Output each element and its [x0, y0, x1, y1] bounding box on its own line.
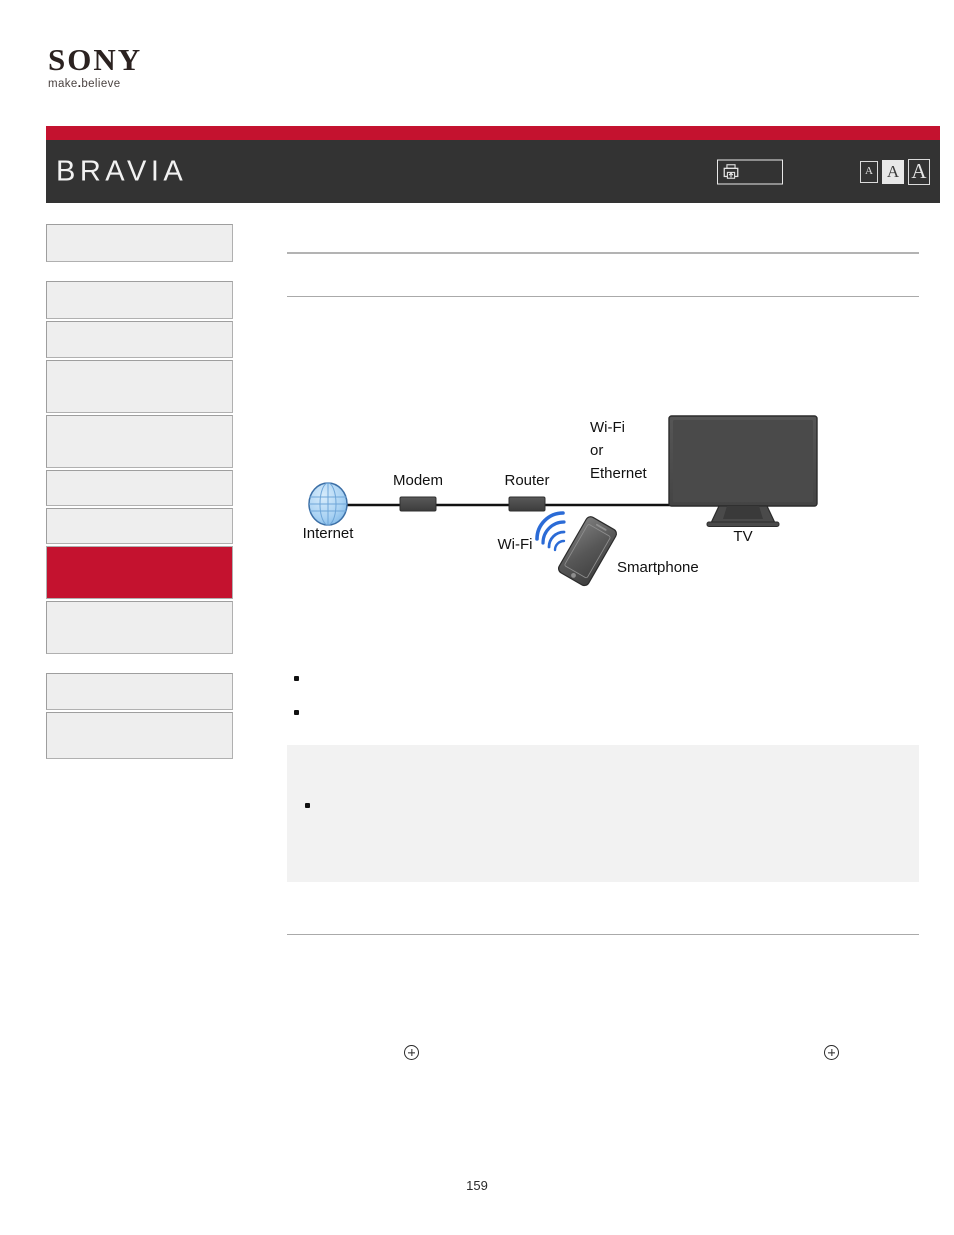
internet-label: Internet — [303, 525, 355, 542]
tv-link-label-line3: Ethernet — [590, 465, 648, 482]
bullet-marker — [294, 710, 299, 715]
font-size-large-button[interactable]: A — [908, 158, 930, 185]
content-bullet-2 — [287, 701, 919, 735]
smartphone-label: Smartphone — [617, 559, 699, 576]
sidebar-item-8[interactable] — [46, 546, 233, 599]
tagline-make: make — [48, 78, 78, 90]
font-size-medium-button[interactable]: A — [882, 159, 904, 184]
page-header: BRAVIA A A A — [46, 126, 940, 203]
modem-icon — [399, 496, 437, 512]
sidebar-item-9[interactable] — [46, 601, 233, 654]
header-band: BRAVIA A A A — [46, 140, 940, 203]
modem-label: Modem — [393, 472, 443, 489]
intro-paragraph — [287, 254, 919, 296]
sidebar-item-11[interactable] — [46, 712, 233, 759]
bravia-logo: BRAVIA — [56, 155, 188, 187]
network-diagram-svg: Internet Modem Router Wi-Fi Smartphone W… — [303, 415, 818, 587]
font-size-small-button[interactable]: A — [860, 160, 878, 183]
note-box — [287, 745, 919, 882]
content-bullet-1 — [287, 667, 919, 701]
page-number: 159 — [466, 1178, 488, 1193]
wifi-phone-label: Wi-Fi — [498, 536, 533, 553]
section-title — [287, 224, 919, 252]
internet-globe-icon — [308, 482, 348, 526]
home-network-diagram: Internet Modem Router Wi-Fi Smartphone W… — [287, 407, 919, 612]
router-label: Router — [504, 472, 549, 489]
sidebar-navigation — [46, 224, 233, 759]
tv-icon — [668, 415, 818, 527]
note-bullet-1 — [305, 797, 323, 808]
router-icon — [508, 496, 546, 512]
tv-link-label-line2: or — [590, 442, 603, 459]
sony-wordmark: SONY — [48, 42, 143, 77]
sidebar-item-7[interactable] — [46, 508, 233, 544]
related-links-row — [287, 1042, 919, 1066]
bullet-marker — [305, 803, 310, 808]
content-bullet-list — [287, 667, 919, 735]
sony-brand-logo: SONY make.believe — [48, 44, 248, 90]
sony-tagline: make.believe — [48, 78, 248, 91]
smartphone-icon — [558, 516, 617, 587]
font-size-controls: A A A — [860, 158, 930, 185]
print-button[interactable] — [717, 159, 783, 184]
sidebar-item-3[interactable] — [46, 321, 233, 358]
bullet-marker — [294, 676, 299, 681]
wifi-waves-icon — [535, 511, 566, 552]
plus-circle-icon-left[interactable] — [404, 1045, 419, 1060]
title-divider-bottom — [287, 296, 919, 297]
main-content: Internet Modem Router Wi-Fi Smartphone W… — [287, 224, 919, 935]
sidebar-item-6[interactable] — [46, 470, 233, 506]
sidebar-item-2[interactable] — [46, 281, 233, 319]
content-closing-divider — [287, 934, 919, 935]
print-icon — [723, 164, 739, 179]
sidebar-item-4[interactable] — [46, 360, 233, 413]
tagline-believe: believe — [81, 78, 121, 90]
header-accent-bar — [46, 126, 940, 140]
sidebar-item-5[interactable] — [46, 415, 233, 468]
plus-circle-icon-right[interactable] — [824, 1045, 839, 1060]
tv-link-label-line1: Wi-Fi — [590, 419, 625, 436]
sidebar-item-1[interactable] — [46, 224, 233, 262]
sidebar-item-10[interactable] — [46, 673, 233, 710]
tv-label: TV — [733, 528, 752, 545]
